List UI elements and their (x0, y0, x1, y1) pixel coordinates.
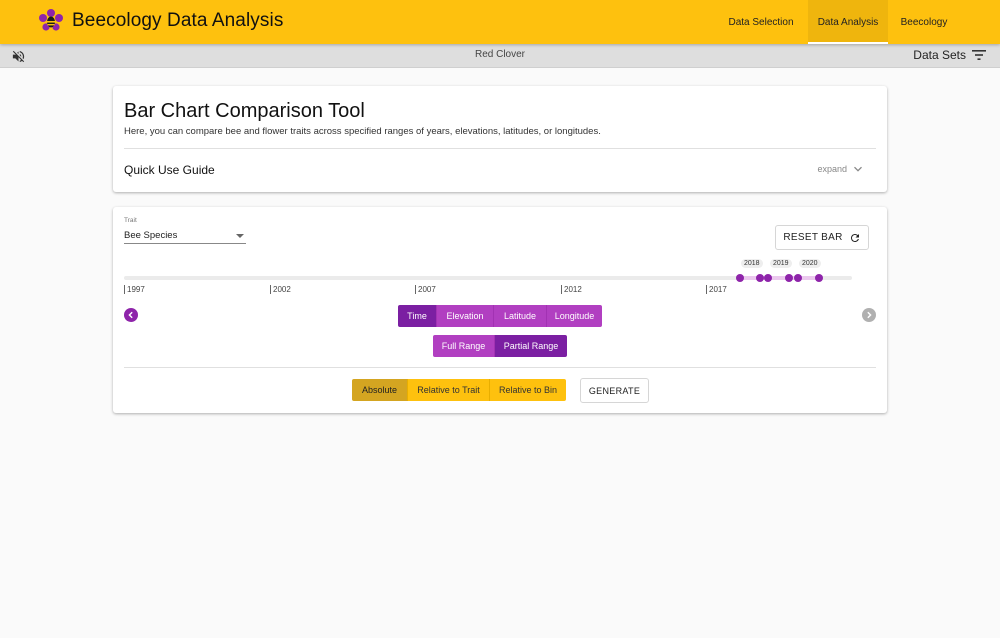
timeline-tick-label: 2012 (561, 285, 582, 294)
timeline-handle[interactable] (815, 274, 823, 282)
mode-option-absolute[interactable]: Absolute (352, 379, 407, 401)
axis-option-latitude[interactable]: Latitude (493, 305, 546, 327)
bee-flower-logo-icon[interactable] (38, 8, 64, 34)
trait-select-value: Bee Species (124, 230, 178, 241)
timeline-tick-label: 2017 (706, 285, 727, 294)
data-sets-label: Data Sets (913, 48, 966, 62)
chevron-right-icon (867, 311, 872, 319)
mode-option-relative-to-bin[interactable]: Relative to Bin (489, 379, 566, 401)
mode-option-relative-to-trait[interactable]: Relative to Trait (407, 379, 489, 401)
axis-toggle-group: Time Elevation Latitude Longitude (398, 305, 602, 327)
range-option-full[interactable]: Full Range (433, 335, 494, 357)
intro-card: Bar Chart Comparison Tool Here, you can … (113, 86, 887, 192)
range-option-partial[interactable]: Partial Range (494, 335, 567, 357)
timeline-tick-label: 2002 (270, 285, 291, 294)
timeline-handle[interactable] (794, 274, 802, 282)
timeline-handle[interactable] (756, 274, 764, 282)
app-title: Beecology Data Analysis (72, 10, 284, 31)
range-toggle-group: Full Range Partial Range (433, 335, 567, 357)
trait-select[interactable]: Bee Species (124, 227, 246, 244)
year-bubble-2019: 2019 (770, 259, 792, 268)
timeline-tick-label: 1997 (124, 285, 145, 294)
controls-card: Trait Bee Species RESET BAR 2018 2019 20… (113, 207, 887, 413)
data-sets-button[interactable]: Data Sets (913, 48, 986, 62)
expand-label: expand (817, 164, 847, 174)
reset-bar-button[interactable]: RESET BAR (775, 225, 869, 250)
mode-toggle-group: Absolute Relative to Trait Relative to B… (352, 379, 566, 401)
nav-data-analysis[interactable]: Data Analysis (808, 0, 888, 44)
filter-list-icon (972, 50, 986, 60)
previous-button[interactable] (124, 308, 138, 322)
dropdown-caret-icon (236, 234, 244, 238)
nav-data-selection[interactable]: Data Selection (714, 0, 808, 44)
timeline-selected-range (740, 276, 819, 280)
expand-button[interactable]: expand (817, 164, 863, 174)
chevron-left-icon (128, 311, 133, 319)
app-bar: Beecology Data Analysis Data Selection D… (0, 0, 1000, 44)
timeline-handle[interactable] (736, 274, 744, 282)
main-nav: Data Selection Data Analysis Beecology (714, 0, 1000, 44)
page-title: Bar Chart Comparison Tool (124, 100, 365, 122)
page-description: Here, you can compare bee and flower tra… (124, 126, 601, 137)
trait-label: Trait (124, 217, 137, 224)
divider (124, 367, 876, 368)
refresh-icon (850, 233, 859, 242)
axis-option-longitude[interactable]: Longitude (546, 305, 602, 327)
reset-bar-label: RESET BAR (783, 232, 843, 243)
chevron-down-icon (854, 166, 862, 172)
nav-beecology[interactable]: Beecology (888, 0, 960, 44)
divider (124, 148, 876, 149)
year-bubble-2018: 2018 (741, 259, 763, 268)
generate-button[interactable]: GENERATE (580, 378, 649, 403)
timeline-tick-label: 2007 (415, 285, 436, 294)
dataset-name: Red Clover (474, 49, 526, 60)
next-button[interactable] (862, 308, 876, 322)
year-bubble-2020: 2020 (799, 259, 821, 268)
axis-option-elevation[interactable]: Elevation (436, 305, 493, 327)
axis-option-time[interactable]: Time (398, 305, 436, 327)
timeline-handle[interactable] (785, 274, 793, 282)
timeline-handle[interactable] (764, 274, 772, 282)
quick-use-guide-title[interactable]: Quick Use Guide (124, 163, 215, 177)
sub-bar: Red Clover Data Sets (0, 44, 1000, 68)
